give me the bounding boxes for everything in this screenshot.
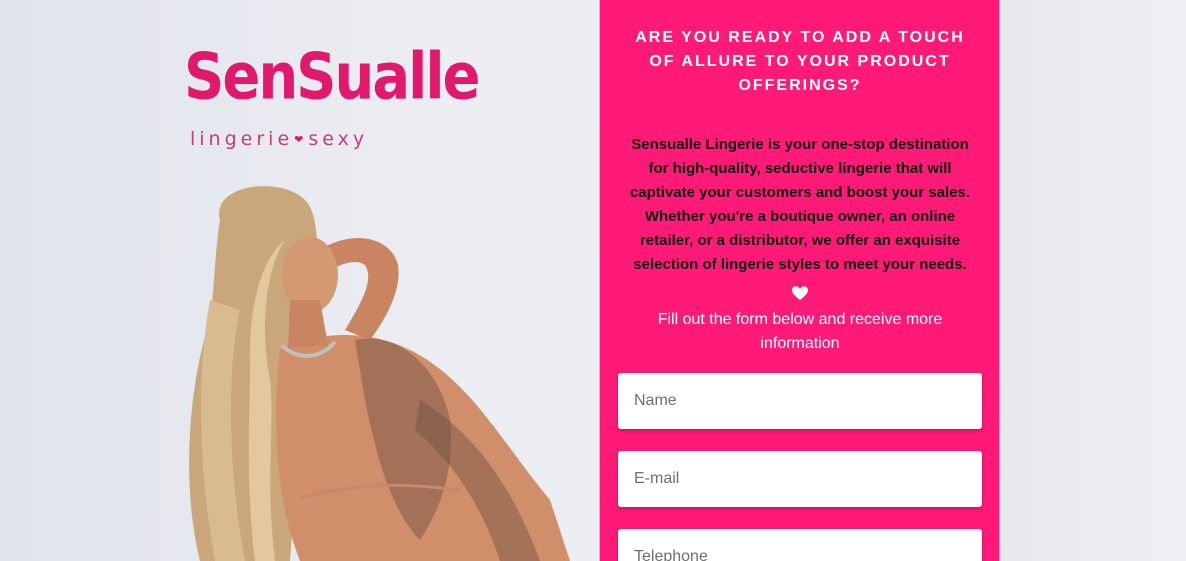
signup-panel: ARE YOU READY TO ADD A TOUCH OF ALLURE T… <box>599 0 1000 561</box>
logo-wordmark: SenSualle <box>184 40 481 115</box>
telephone-input[interactable] <box>618 529 982 561</box>
logo-tagline: lingerie❤sexy <box>190 128 368 150</box>
name-input[interactable] <box>618 373 982 429</box>
heart-icon: ❤ <box>294 133 308 146</box>
heart-icon <box>792 286 808 300</box>
landing-page: SenSualle lingerie❤sexy ARE YOU READY TO… <box>0 0 1186 561</box>
right-background <box>1000 0 1186 561</box>
panel-headline: ARE YOU READY TO ADD A TOUCH OF ALLURE T… <box>635 29 965 94</box>
brand-logo[interactable]: SenSualle lingerie❤sexy <box>180 40 481 160</box>
email-input[interactable] <box>618 451 982 507</box>
logo-tagline-right: sexy <box>308 128 369 150</box>
logo-tagline-left: lingerie <box>190 128 294 150</box>
model-photo <box>189 186 570 561</box>
panel-subtext: Fill out the form below and receive more… <box>657 311 943 352</box>
panel-description: Sensualle Lingerie is your one-stop dest… <box>629 136 971 273</box>
